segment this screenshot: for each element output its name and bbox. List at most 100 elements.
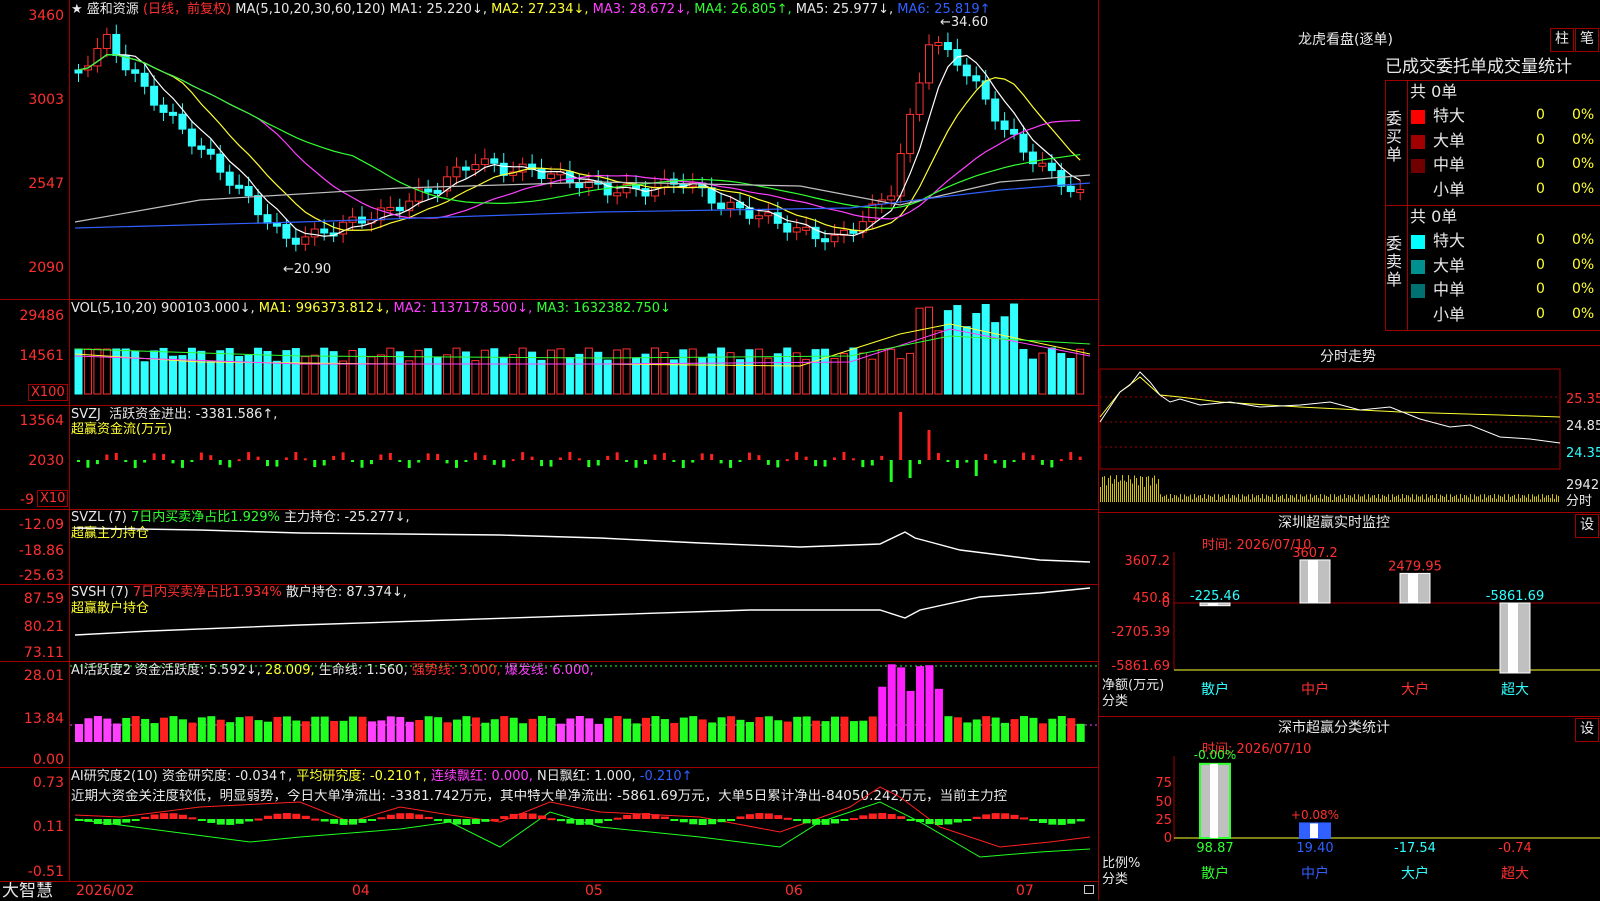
- intraday-volume-bar: [1134, 475, 1135, 502]
- ai-activity-chart[interactable]: [0, 662, 1098, 767]
- flow-bar: [1059, 459, 1063, 462]
- activity-bar: [245, 716, 254, 742]
- research-bar: [509, 813, 518, 819]
- order-count: 0: [1536, 232, 1545, 248]
- intraday-volume-bar: [1272, 494, 1273, 502]
- order-count: 0: [1536, 156, 1545, 172]
- intraday-volume-bar: [1232, 495, 1233, 502]
- high-price-label: ←34.60: [940, 15, 989, 30]
- bar-view-button[interactable]: 柱: [1550, 28, 1574, 52]
- volume-bar: [641, 353, 650, 395]
- flow-bar: [152, 453, 156, 460]
- order-size-label: 小单: [1433, 304, 1466, 324]
- volume-bar: [187, 347, 196, 395]
- intraday-volume-bar: [1502, 496, 1503, 502]
- candle-body: [991, 98, 1000, 122]
- capital-flow-chart[interactable]: [0, 405, 1098, 510]
- volume-bar: [594, 351, 603, 395]
- volume-bar: [717, 347, 726, 395]
- order-percent: 0%: [1572, 131, 1595, 148]
- flow-bar: [502, 460, 506, 468]
- volume-chart[interactable]: [0, 294, 1098, 404]
- flow-bar: [407, 460, 411, 468]
- intraday-panel[interactable]: 分时走势 25.35 24.85 24.35 29426 分时: [1099, 347, 1600, 512]
- activity-bar: [840, 716, 849, 742]
- intraday-volume-bar: [1164, 495, 1165, 502]
- candle-body: [1057, 170, 1066, 187]
- candlestick-chart[interactable]: [0, 0, 1098, 300]
- intraday-volume-bar: [1408, 495, 1409, 502]
- volume-bar: [547, 349, 555, 395]
- activity-bar: [953, 717, 962, 742]
- lock-icon[interactable]: [1084, 885, 1094, 894]
- intraday-volume-bar: [1328, 496, 1329, 502]
- lhb-panel: 龙虎看盘(逐单) 柱 笔 已成交委托单成交量统计 委买单 委卖单 共 0单 共 …: [1100, 0, 1600, 345]
- candle-body: [764, 212, 773, 217]
- activity-bar: [339, 720, 348, 742]
- research-bar: [500, 816, 509, 819]
- order-percent: 0%: [1572, 305, 1595, 322]
- classification-bar-chart[interactable]: 75 50 25 0 98.87 散户 19.40 中户 -17.54 大户 -0.74 超大 -0.0…: [1100, 716, 1600, 900]
- activity-bar: [547, 718, 556, 742]
- research-bar: [755, 813, 764, 819]
- candle-body: [792, 227, 801, 233]
- intraday-volume-bar: [1418, 496, 1419, 502]
- monitor-bar-chart[interactable]: 3607.2450.80-2705.39-5861.69-225.46散户360…: [1100, 512, 1600, 716]
- research-bar: [575, 819, 584, 825]
- ai-research-chart[interactable]: [0, 767, 1098, 882]
- classify-bar-highlight: [1210, 763, 1218, 838]
- research-bar: [556, 819, 565, 822]
- volume-bar: [858, 352, 867, 395]
- candle-body: [187, 128, 196, 147]
- monitor-category-label: 超大: [1501, 682, 1529, 698]
- retail-holding-chart[interactable]: [0, 585, 1098, 662]
- intraday-volume-bar: [1116, 475, 1117, 502]
- intraday-volume-bar: [1284, 498, 1285, 502]
- intraday-volume-bar: [1386, 496, 1387, 502]
- intraday-chart[interactable]: [1099, 347, 1600, 512]
- flow-bar: [577, 458, 581, 461]
- main-force-chart[interactable]: [0, 510, 1098, 585]
- research-bar: [698, 819, 707, 825]
- flow-bar: [644, 460, 647, 465]
- order-percent: 0%: [1572, 180, 1595, 197]
- tick-view-button[interactable]: 笔: [1575, 28, 1599, 52]
- intraday-volume-bar: [1148, 476, 1149, 502]
- order-percent: 0%: [1572, 256, 1595, 273]
- volume-bar: [206, 361, 215, 395]
- volume-bar: [934, 330, 943, 395]
- volume-bar: [906, 352, 915, 395]
- volume-bar: [943, 310, 952, 395]
- intraday-volume-bar: [1256, 495, 1257, 502]
- activity-bar: [169, 716, 178, 742]
- volume-bar: [263, 350, 272, 395]
- intraday-volume-bar: [1454, 495, 1455, 502]
- intraday-volume-bar: [1412, 494, 1413, 502]
- intraday-volume-bar: [1380, 498, 1381, 502]
- activity-bar: [330, 720, 339, 742]
- research-bar: [859, 815, 868, 819]
- candle-body: [225, 171, 234, 186]
- main-chart-area[interactable]: ★ 盛和资源 (日线，前复权) MA(5,10,20,30,60,120) MA…: [0, 0, 1098, 900]
- intraday-volume-bar: [1544, 497, 1545, 502]
- research-bar: [311, 818, 320, 821]
- intraday-volume-bar: [1340, 494, 1341, 502]
- intraday-volume-bar: [1486, 497, 1487, 502]
- intraday-volume-bar: [1128, 475, 1129, 502]
- intraday-volume-bar: [1150, 485, 1151, 502]
- activity-bar: [103, 718, 112, 742]
- activity-bar: [556, 723, 565, 742]
- intraday-volume-bar: [1372, 495, 1373, 502]
- intraday-volume-bar: [1366, 499, 1367, 502]
- intraday-volume-bar: [1312, 497, 1313, 502]
- intraday-volume-bar: [1152, 477, 1153, 502]
- intraday-volume-bar: [1300, 494, 1301, 502]
- order-size-label: 大单: [1433, 255, 1466, 275]
- order-count: 0: [1536, 281, 1545, 297]
- activity-bar: [585, 718, 594, 742]
- candle-body: [150, 85, 159, 106]
- intraday-volume-bar: [1336, 496, 1337, 502]
- intraday-volume-bar: [1218, 494, 1219, 502]
- intraday-volume-bar: [1234, 495, 1235, 502]
- activity-bar: [755, 717, 764, 742]
